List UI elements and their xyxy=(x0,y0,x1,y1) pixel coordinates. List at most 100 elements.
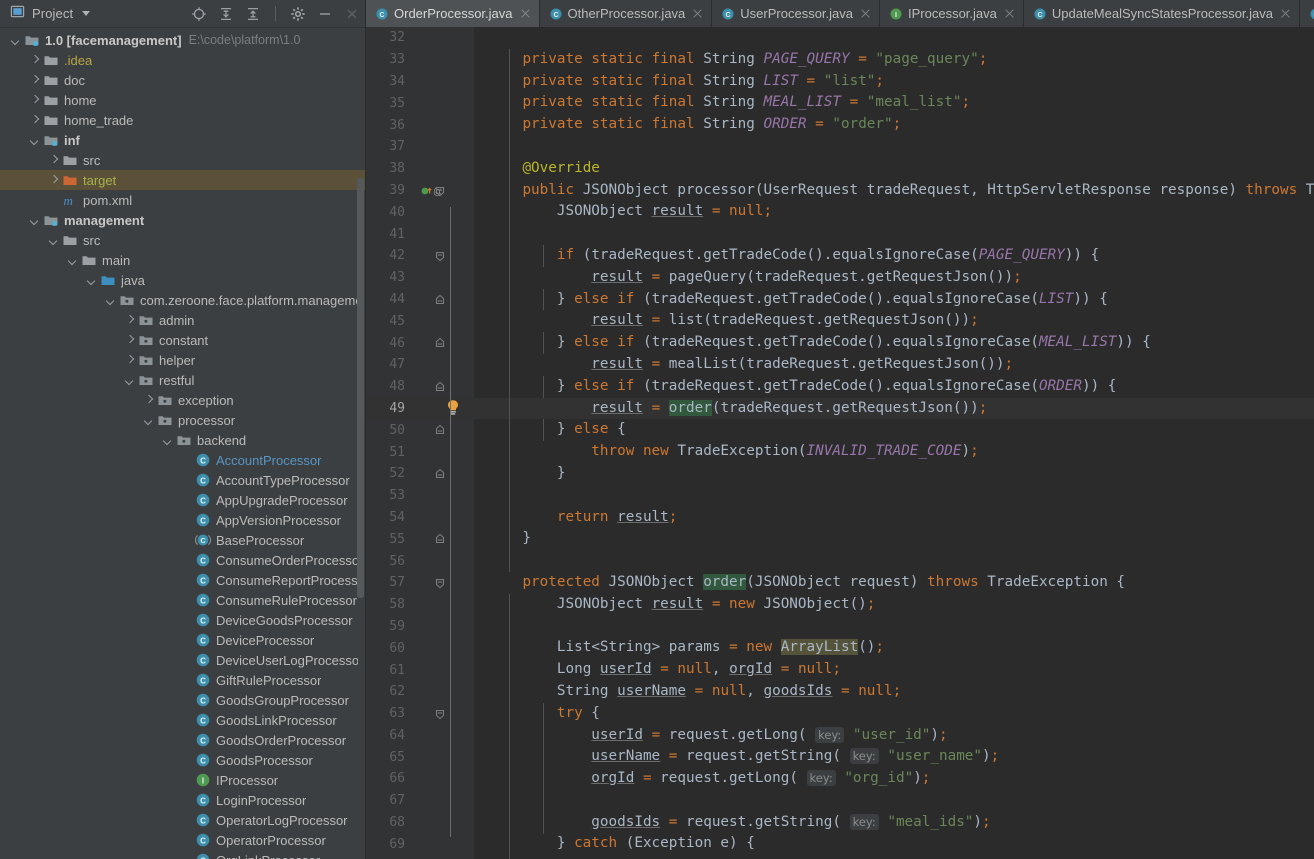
tree-item-goodsprocessor[interactable]: C GoodsProcessor xyxy=(0,750,366,770)
minimize-icon[interactable] xyxy=(317,6,333,22)
code-line-33[interactable]: private static final String PAGE_QUERY =… xyxy=(474,49,1314,71)
tab-close-icon[interactable] xyxy=(860,8,871,19)
code-line-65[interactable]: userName = request.getString( key: "user… xyxy=(474,746,1314,768)
code-line-41[interactable] xyxy=(474,223,1314,245)
expand-all-icon[interactable] xyxy=(218,6,234,22)
chevron-down-icon[interactable] xyxy=(162,435,173,446)
gutter-line-61[interactable]: 61 xyxy=(366,659,474,681)
gutter-line-62[interactable]: 62 xyxy=(366,681,474,703)
tree-item-deviceuserlogprocessor[interactable]: C DeviceUserLogProcessor xyxy=(0,650,366,670)
chevron-right-icon[interactable] xyxy=(29,55,40,66)
tree-item-orglinkprocessor[interactable]: C OrgLinkProcessor xyxy=(0,850,366,859)
locate-icon[interactable] xyxy=(191,6,207,22)
fold-marker-63[interactable] xyxy=(429,703,451,725)
close-icon[interactable] xyxy=(344,6,360,22)
code-line-50[interactable]: } else { xyxy=(474,419,1314,441)
chevron-down-icon[interactable] xyxy=(143,415,154,426)
tree-item-pom-xml[interactable]: m pom.xml xyxy=(0,190,366,210)
tree-item-consumeorderprocessor[interactable]: C ConsumeOrderProcessor xyxy=(0,550,366,570)
code-line-37[interactable] xyxy=(474,136,1314,158)
code-line-48[interactable]: } else if (tradeRequest.getTradeCode().e… xyxy=(474,376,1314,398)
gutter-line-52[interactable]: 52 xyxy=(366,463,474,485)
gutter-line-46[interactable]: 46 xyxy=(366,332,474,354)
gutter-line-42[interactable]: 42 xyxy=(366,245,474,267)
gutter-line-53[interactable]: 53 xyxy=(366,485,474,507)
code-line-35[interactable]: private static final String MEAL_LIST = … xyxy=(474,92,1314,114)
gutter-line-65[interactable]: 65 xyxy=(366,746,474,768)
gutter-line-43[interactable]: 43 xyxy=(366,267,474,289)
fold-marker-39[interactable] xyxy=(429,180,451,202)
editor-tab-partial[interactable]: C xyxy=(1300,0,1314,27)
tree-item-baseprocessor[interactable]: C BaseProcessor xyxy=(0,530,366,550)
intention-bulb-icon[interactable] xyxy=(444,398,466,420)
code-line-66[interactable]: orgId = request.getLong( key: "org_id"); xyxy=(474,768,1314,790)
code-line-63[interactable]: try { xyxy=(474,703,1314,725)
gutter-line-37[interactable]: 37 xyxy=(366,136,474,158)
editor-tab-orderprocessor[interactable]: C OrderProcessor.java xyxy=(366,0,540,27)
tree-item-consumeruleprocessor[interactable]: C ConsumeRuleProcessor xyxy=(0,590,366,610)
tree-item-loginprocessor[interactable]: C LoginProcessor xyxy=(0,790,366,810)
chevron-down-icon[interactable] xyxy=(48,235,59,246)
tree-item-appversionprocessor[interactable]: C AppVersionProcessor xyxy=(0,510,366,530)
tree-item-home[interactable]: home xyxy=(0,90,366,110)
code-line-32[interactable] xyxy=(474,27,1314,49)
gutter-line-34[interactable]: 34 xyxy=(366,71,474,93)
gutter-line-32[interactable]: 32 xyxy=(366,27,474,49)
gutter-line-44[interactable]: 44 xyxy=(366,289,474,311)
project-tree-scrollbar[interactable] xyxy=(357,178,364,598)
chevron-right-icon[interactable] xyxy=(124,355,135,366)
project-tree[interactable]: 1.0 [facemanagement] E:\code\platform\1.0… xyxy=(0,28,366,859)
gutter-line-57[interactable]: 57 xyxy=(366,572,474,594)
gutter-line-45[interactable]: 45 xyxy=(366,310,474,332)
gutter-line-64[interactable]: 64 xyxy=(366,725,474,747)
tab-close-icon[interactable] xyxy=(1280,8,1291,19)
chevron-down-icon[interactable] xyxy=(29,215,40,226)
code-line-47[interactable]: result = mealList(tradeRequest.getReques… xyxy=(474,354,1314,376)
tree-item-appupgradeprocessor[interactable]: C AppUpgradeProcessor xyxy=(0,490,366,510)
code-line-57[interactable]: protected JSONObject order(JSONObject re… xyxy=(474,572,1314,594)
gutter-line-59[interactable]: 59 xyxy=(366,616,474,638)
code-line-43[interactable]: result = pageQuery(tradeRequest.getReque… xyxy=(474,267,1314,289)
tree-item-goodsgroupprocessor[interactable]: C GoodsGroupProcessor xyxy=(0,690,366,710)
tree-item-backend[interactable]: backend xyxy=(0,430,366,450)
gutter-line-56[interactable]: 56 xyxy=(366,550,474,572)
tree-item-doc[interactable]: doc xyxy=(0,70,366,90)
gutter-line-36[interactable]: 36 xyxy=(366,114,474,136)
tree-item-main[interactable]: main xyxy=(0,250,366,270)
fold-marker-44[interactable] xyxy=(429,289,451,311)
tree-item-operatorprocessor[interactable]: C OperatorProcessor xyxy=(0,830,366,850)
gutter-line-48[interactable]: 48 xyxy=(366,376,474,398)
gutter-line-54[interactable]: 54 xyxy=(366,507,474,529)
code-line-39[interactable]: public JSONObject processor(UserRequest … xyxy=(474,180,1314,202)
tree-item-home-trade[interactable]: home_trade xyxy=(0,110,366,130)
code-line-46[interactable]: } else if (tradeRequest.getTradeCode().e… xyxy=(474,332,1314,354)
code-line-55[interactable]: } xyxy=(474,528,1314,550)
fold-marker-52[interactable] xyxy=(429,463,451,485)
tree-item-iprocessor[interactable]: I IProcessor xyxy=(0,770,366,790)
code-line-68[interactable]: goodsIds = request.getString( key: "meal… xyxy=(474,812,1314,834)
editor-tab-bar[interactable]: C OrderProcessor.java C OtherProcessor.java… xyxy=(366,0,1314,27)
tree-item-accountprocessor[interactable]: C AccountProcessor xyxy=(0,450,366,470)
gutter-line-33[interactable]: 33 xyxy=(366,49,474,71)
code-line-61[interactable]: Long userId = null, orgId = null; xyxy=(474,659,1314,681)
fold-marker-50[interactable] xyxy=(429,419,451,441)
tree-item-exception[interactable]: exception xyxy=(0,390,366,410)
code-line-44[interactable]: } else if (tradeRequest.getTradeCode().e… xyxy=(474,289,1314,311)
chevron-down-icon[interactable] xyxy=(10,35,21,46)
tree-item-idea[interactable]: .idea xyxy=(0,50,366,70)
tree-item-accounttypeprocessor[interactable]: C AccountTypeProcessor xyxy=(0,470,366,490)
code-line-59[interactable] xyxy=(474,616,1314,638)
gutter-line-66[interactable]: 66 xyxy=(366,768,474,790)
tree-item-restful[interactable]: restful xyxy=(0,370,366,390)
gutter-line-41[interactable]: 41 xyxy=(366,223,474,245)
chevron-right-icon[interactable] xyxy=(29,115,40,126)
code-line-54[interactable]: return result; xyxy=(474,507,1314,529)
gutter-line-35[interactable]: 35 xyxy=(366,92,474,114)
chevron-right-icon[interactable] xyxy=(143,395,154,406)
code-line-45[interactable]: result = list(tradeRequest.getRequestJso… xyxy=(474,310,1314,332)
tree-item-deviceprocessor[interactable]: C DeviceProcessor xyxy=(0,630,366,650)
gutter-line-39[interactable]: 39@ xyxy=(366,180,474,202)
editor-tab-iprocessor[interactable]: I IProcessor.java xyxy=(880,0,1024,27)
code-editor[interactable]: 32 33 34 35 36 37 38 39@ 40 41 42 43 44 45 46 47 48 49 50 5… xyxy=(366,27,1314,859)
tree-item-1-0-facemanagement[interactable]: 1.0 [facemanagement] E:\code\platform\1.0 xyxy=(0,30,366,50)
